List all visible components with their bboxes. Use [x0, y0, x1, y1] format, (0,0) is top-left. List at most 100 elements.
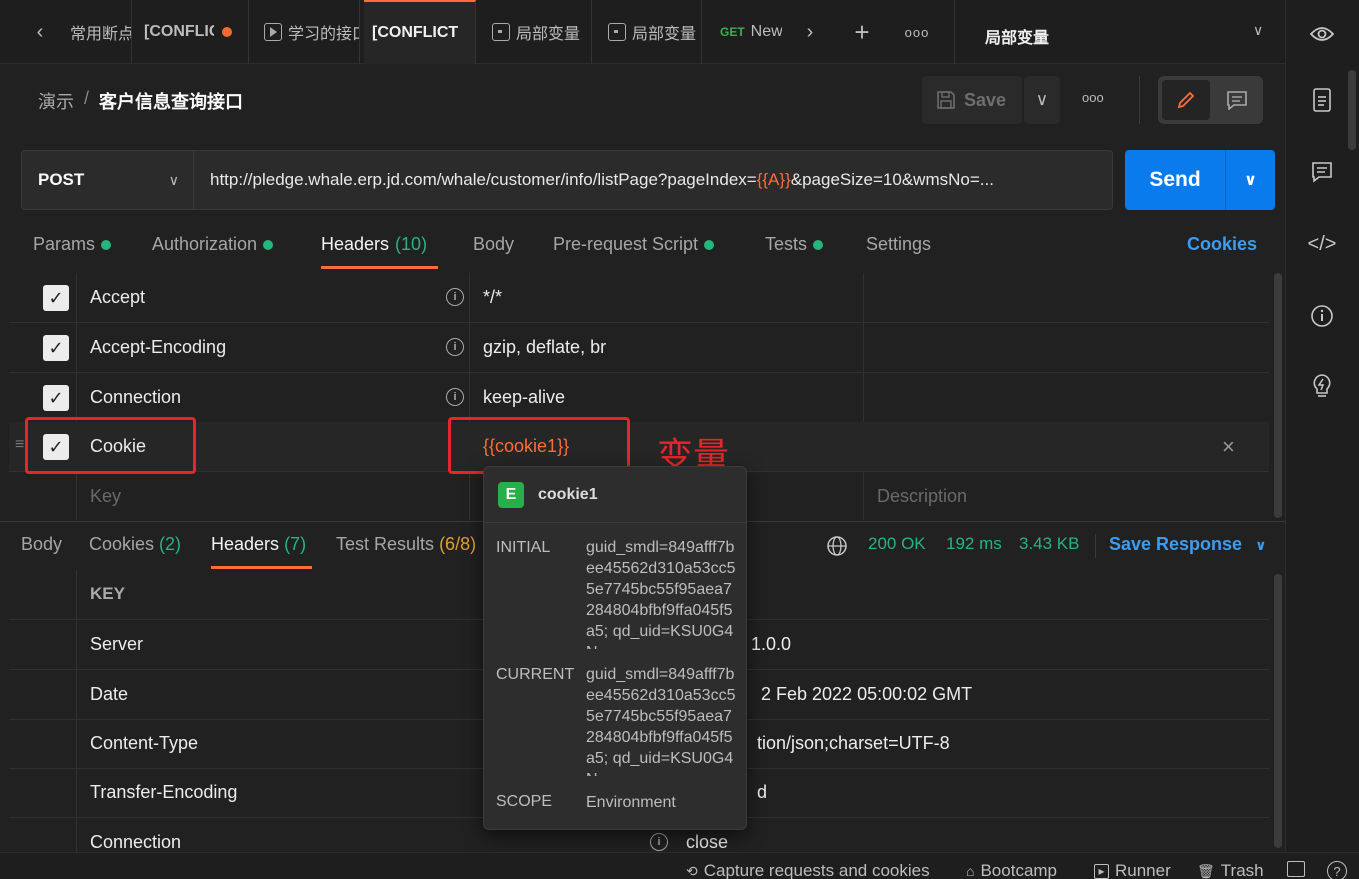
- tab-1[interactable]: [CONFLICT: [136, 0, 249, 64]
- two-pane-icon[interactable]: [1287, 861, 1305, 877]
- documentation-icon[interactable]: [1308, 86, 1336, 114]
- tab-label: Settings: [866, 234, 932, 254]
- tab-params[interactable]: Params: [33, 234, 112, 255]
- view-mode-toggle: [1158, 76, 1263, 124]
- comment-view-icon[interactable]: [1214, 80, 1260, 120]
- save-response-label: Save Response: [1109, 534, 1243, 554]
- table-row: ✓ Connection i keep-alive: [9, 373, 1269, 423]
- tab-label: Cookies: [89, 534, 155, 554]
- code-icon[interactable]: </>: [1308, 230, 1337, 258]
- response-time[interactable]: 192 ms: [946, 534, 1002, 554]
- globe-icon[interactable]: [826, 535, 848, 562]
- status-dot-icon: [263, 239, 274, 250]
- header-value[interactable]: keep-alive: [483, 387, 565, 408]
- tab-2[interactable]: 学习的接口: [256, 0, 360, 64]
- response-header-value: tion/json;charset=UTF-8: [757, 733, 950, 753]
- tab-label: New: [750, 23, 782, 40]
- url-input[interactable]: http://pledge.whale.erp.jd.com/whale/cus…: [194, 150, 1113, 210]
- response-tab-cookies[interactable]: Cookies (2): [89, 534, 181, 555]
- variable-tooltip: E cookie1 INITIAL guid_smdl=849afff7bee4…: [483, 466, 747, 830]
- response-header-key: Server: [90, 634, 144, 654]
- divider: [1139, 76, 1140, 124]
- description-placeholder[interactable]: Description: [877, 486, 967, 507]
- tooltip-header: E cookie1: [484, 467, 746, 523]
- info-icon[interactable]: i: [446, 388, 464, 406]
- breadcrumb-collection[interactable]: 演示: [38, 88, 74, 114]
- runner-button[interactable]: ▸ Runner: [1094, 861, 1171, 879]
- info-icon[interactable]: i: [446, 338, 464, 356]
- more-options-icon[interactable]: ooo: [1082, 90, 1104, 105]
- tab-prerequest-script[interactable]: Pre-request Script: [553, 234, 715, 255]
- edit-pencil-icon[interactable]: [1162, 80, 1210, 120]
- environment-tab-icon: [492, 23, 510, 41]
- environment-selector[interactable]: 局部变量 ∨: [954, 0, 1285, 64]
- info-icon[interactable]: i: [446, 288, 464, 306]
- scroll-tabs-left-icon[interactable]: ‹: [26, 18, 54, 46]
- comments-icon[interactable]: [1308, 158, 1336, 186]
- drag-handle-icon[interactable]: ≡: [15, 436, 24, 454]
- tab-options-icon[interactable]: ooo: [900, 18, 934, 46]
- response-tab-body[interactable]: Body: [21, 534, 62, 555]
- delete-row-icon[interactable]: ×: [1222, 434, 1235, 460]
- trash-button[interactable]: 🗑 Trash: [1197, 861, 1264, 879]
- save-options-dropdown[interactable]: ∨: [1024, 76, 1060, 124]
- method-select[interactable]: POST ∨: [21, 150, 194, 210]
- new-tab-icon[interactable]: +: [848, 17, 876, 47]
- tab-headers[interactable]: Headers (10): [321, 234, 427, 255]
- eye-icon[interactable]: [1308, 20, 1336, 48]
- response-size[interactable]: 3.43 KB: [1019, 534, 1080, 554]
- info-icon[interactable]: i: [650, 833, 668, 851]
- response-tab-headers[interactable]: Headers (7): [211, 534, 306, 555]
- url-variable: {{A}}: [756, 170, 791, 189]
- scrollbar[interactable]: [1274, 574, 1282, 848]
- tab-label: Pre-request Script: [553, 234, 699, 254]
- tab-label: [CONFLICT: [144, 23, 214, 40]
- tab-5[interactable]: 局部变量: [600, 0, 702, 64]
- tab-body[interactable]: Body: [473, 234, 514, 255]
- save-label: Save: [964, 89, 1007, 110]
- row-checkbox[interactable]: ✓: [43, 285, 69, 311]
- chevron-down-icon: ∨: [1255, 537, 1267, 553]
- tab-authorization[interactable]: Authorization: [152, 234, 274, 255]
- header-key[interactable]: Accept: [90, 287, 145, 308]
- scrollbar[interactable]: [1348, 70, 1356, 150]
- tab-tests[interactable]: Tests: [765, 234, 824, 255]
- status-badge[interactable]: 200 OK: [868, 534, 926, 554]
- chevron-down-icon[interactable]: ∨: [1225, 150, 1275, 210]
- status-bar: ⟲ Capture requests and cookies ⌂ Bootcam…: [0, 852, 1359, 879]
- tab-label: Headers: [321, 234, 390, 254]
- cookies-link[interactable]: Cookies: [1187, 234, 1257, 255]
- scope-label: SCOPE: [496, 793, 553, 810]
- header-key[interactable]: Connection: [90, 387, 181, 408]
- send-button[interactable]: Send ∨: [1125, 150, 1275, 210]
- tab-0[interactable]: 常用断点: [62, 0, 132, 64]
- row-checkbox[interactable]: ✓: [43, 335, 69, 361]
- header-value[interactable]: gzip, deflate, br: [483, 337, 606, 358]
- header-key[interactable]: Accept-Encoding: [90, 337, 226, 358]
- row-checkbox[interactable]: ✓: [43, 385, 69, 411]
- help-icon[interactable]: ?: [1327, 861, 1347, 879]
- status-dot-icon: [813, 239, 824, 250]
- response-header-key: Content-Type: [90, 733, 199, 753]
- lightbulb-icon[interactable]: [1308, 372, 1336, 400]
- save-response-button[interactable]: Save Response ∨: [1109, 534, 1266, 555]
- response-tab-test-results[interactable]: Test Results (6/8): [336, 534, 476, 555]
- divider: [1095, 534, 1096, 558]
- environment-tab-icon: [608, 23, 626, 41]
- tab-label: [CONFLICT: [372, 24, 459, 41]
- tab-label: 局部变量: [516, 26, 581, 43]
- capture-button[interactable]: ⟲ Capture requests and cookies: [686, 861, 930, 879]
- tab-6[interactable]: GET New: [712, 0, 782, 64]
- save-button[interactable]: Save: [922, 76, 1022, 124]
- tab-settings[interactable]: Settings: [866, 234, 931, 255]
- tab-3[interactable]: [CONFLICT: [364, 0, 476, 64]
- scroll-tabs-right-icon[interactable]: ›: [796, 18, 824, 46]
- page-title[interactable]: 客户信息查询接口: [99, 88, 243, 114]
- response-header-value: close: [686, 832, 729, 852]
- key-placeholder[interactable]: Key: [90, 486, 121, 507]
- info-icon[interactable]: [1308, 302, 1336, 330]
- tab-4[interactable]: 局部变量: [484, 0, 592, 64]
- scrollbar[interactable]: [1274, 273, 1282, 518]
- bootcamp-button[interactable]: ⌂ Bootcamp: [966, 861, 1057, 879]
- header-value[interactable]: */*: [483, 287, 502, 308]
